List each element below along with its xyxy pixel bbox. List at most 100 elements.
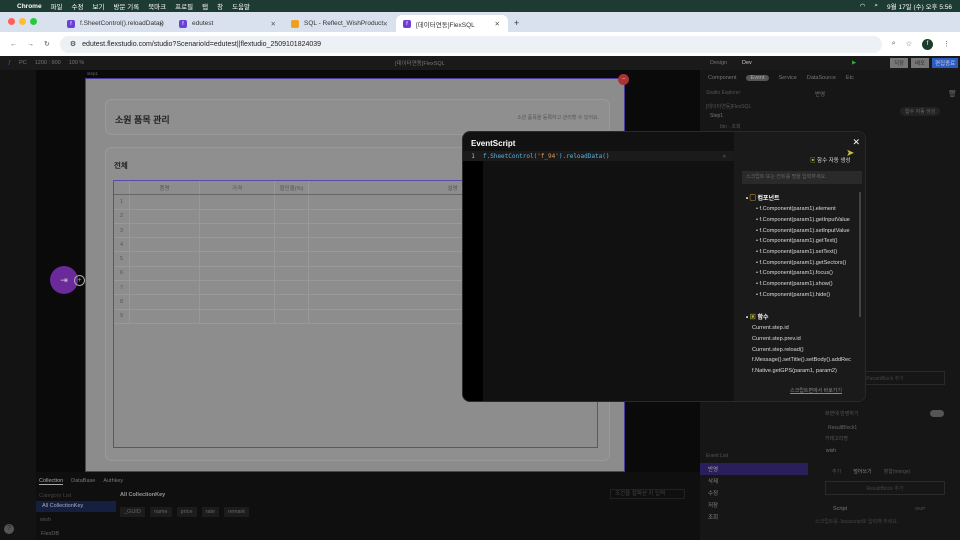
cell[interactable] — [275, 238, 309, 252]
add-step-icon[interactable]: + — [74, 275, 85, 286]
cell[interactable] — [200, 295, 275, 309]
new-tab-button[interactable]: + — [514, 18, 519, 28]
cell[interactable] — [130, 195, 200, 209]
cell[interactable] — [200, 252, 275, 266]
deploy-button[interactable]: 배포 — [911, 58, 930, 68]
tab-datasource[interactable]: DataSource — [807, 75, 836, 81]
component-api-item[interactable]: • f.Component(param1).element — [756, 204, 850, 215]
trash-icon[interactable]: 🗑 — [948, 90, 957, 98]
menu-view[interactable]: 보기 — [93, 1, 105, 11]
cell[interactable] — [275, 223, 309, 238]
field-chip[interactable]: name — [149, 507, 172, 517]
event-item[interactable]: 조회 — [700, 511, 808, 523]
cell[interactable] — [200, 266, 275, 281]
kebab-menu-icon[interactable]: ⋮ — [943, 40, 950, 48]
cell[interactable] — [275, 281, 309, 295]
cell[interactable] — [130, 252, 200, 266]
close-icon[interactable]: ✕ — [852, 137, 860, 148]
tab-collection[interactable]: Collection — [39, 478, 64, 485]
cell[interactable] — [130, 266, 200, 281]
zoom-select[interactable]: 100 % — [69, 60, 85, 66]
function-api-item[interactable]: Current.step.reload() — [752, 344, 851, 355]
tab-service[interactable]: Service — [779, 75, 797, 81]
radio-add[interactable]: 추가 — [832, 468, 841, 475]
run-icon[interactable]: ▶ — [852, 60, 856, 66]
col-rate[interactable]: 할인율(%) — [275, 181, 309, 195]
tree-step[interactable]: Step1 — [710, 113, 723, 119]
cell[interactable] — [275, 266, 309, 281]
component-api-item[interactable]: • f.Component(param1).getSectors() — [756, 257, 850, 268]
close-tab-icon[interactable]: ✕ — [495, 20, 500, 28]
menu-profile[interactable]: 프로필 — [175, 1, 193, 11]
collection-search[interactable]: 조건을 컬렉션 키 입력 — [610, 489, 685, 499]
tab-design[interactable]: Design — [710, 60, 727, 66]
event-item[interactable]: 저장 — [700, 499, 808, 511]
cell[interactable] — [200, 238, 275, 252]
browser-tab[interactable]: SQL - Reflect_WishProduct ✕ — [284, 15, 396, 32]
radio-overwrite[interactable]: 덮어쓰기 — [853, 468, 871, 475]
event-item[interactable]: 수정 — [700, 487, 808, 499]
cell[interactable] — [200, 223, 275, 238]
expand-icon[interactable]: » — [722, 153, 726, 160]
tab-component[interactable]: Component — [708, 75, 736, 81]
event-item[interactable]: 삭제 — [700, 475, 808, 487]
clock[interactable]: 9월 17일 (수) 오후 5:56 — [887, 1, 952, 11]
cell[interactable] — [130, 281, 200, 295]
browser-tab[interactable]: f f.SheetControl().reloadData() ✕ — [60, 15, 172, 32]
close-window-button[interactable] — [8, 18, 15, 25]
forward-icon[interactable]: → — [27, 41, 34, 48]
menu-help[interactable]: 도움말 — [232, 1, 250, 11]
tree-root[interactable]: [데이터연동]FlexSQL — [706, 103, 751, 110]
tab-authkey[interactable]: Authkey — [103, 478, 123, 485]
radio-merge[interactable]: 병합(merge) — [884, 468, 911, 475]
back-icon[interactable]: ← — [10, 41, 17, 48]
cell[interactable] — [200, 309, 275, 323]
cell[interactable] — [275, 295, 309, 309]
cell[interactable] — [130, 238, 200, 252]
cell[interactable] — [130, 309, 200, 323]
component-api-item[interactable]: • f.Component(param1).show() — [756, 279, 850, 290]
remove-icon[interactable]: − — [618, 74, 629, 85]
menu-history[interactable]: 방문 기록 — [113, 1, 139, 11]
component-api-item[interactable]: • f.Component(param1).setText() — [756, 247, 850, 258]
zoom-icon[interactable]: ⌕ — [892, 40, 896, 48]
menu-edit[interactable]: 수정 — [72, 1, 84, 11]
component-api-item[interactable]: • f.Component(param1).getInputValue — [756, 215, 850, 226]
category-wish[interactable]: wish — [40, 517, 51, 523]
category-all[interactable]: All CollectionKey — [36, 501, 116, 512]
url-bar[interactable]: ⚙ edutest.flexstudio.com/studio?ScenarioI… — [59, 35, 882, 53]
tab-etc[interactable]: Etc — [846, 75, 854, 81]
result-block-add-button[interactable]: ResultBlock 추가 — [825, 481, 945, 495]
component-api-item[interactable]: • f.Component(param1).focus() — [756, 268, 850, 279]
event-item[interactable]: 반영 — [700, 463, 808, 475]
cell[interactable] — [275, 195, 309, 209]
component-api-item[interactable]: • f.Component(param1).getText() — [756, 236, 850, 247]
profile-avatar[interactable]: f — [922, 38, 933, 50]
function-api-item[interactable]: Current.step.id — [752, 323, 851, 334]
publish-button[interactable]: 편집종료 — [932, 58, 959, 68]
menu-tab[interactable]: 탭 — [202, 1, 208, 11]
minimize-window-button[interactable] — [19, 18, 26, 25]
scrollbar[interactable] — [859, 192, 861, 317]
field-chip[interactable]: _GUID — [120, 507, 145, 517]
script-input[interactable]: 스크립트를 Javascript로 입력해 주세요. — [815, 518, 898, 525]
device-select[interactable]: PC — [19, 60, 27, 66]
menu-app[interactable]: Chrome — [17, 3, 42, 10]
field-chip[interactable]: price — [176, 507, 197, 517]
cell[interactable] — [200, 209, 275, 223]
cell[interactable] — [200, 195, 275, 209]
col-price[interactable]: 가격 — [200, 181, 275, 195]
save-button[interactable]: 저장 — [890, 58, 909, 68]
field-chip[interactable]: rate — [201, 507, 219, 517]
tab-database[interactable]: DataBase — [71, 478, 95, 485]
bookmark-star-icon[interactable]: ☆ — [906, 40, 912, 48]
function-api-item[interactable]: f.Message().setTitle().setBody().addRec — [752, 355, 851, 366]
wish-tag[interactable]: wish — [826, 448, 836, 454]
search-icon[interactable]: ⌕ — [874, 2, 878, 10]
cell[interactable] — [130, 209, 200, 223]
function-api-item[interactable]: Current.step.prev.id — [752, 334, 851, 345]
zoom-window-button[interactable] — [30, 18, 37, 25]
site-settings-icon[interactable]: ⚙ — [70, 40, 76, 48]
field-chip[interactable]: remark — [223, 507, 250, 517]
wifi-icon[interactable]: ◠ — [860, 2, 866, 10]
